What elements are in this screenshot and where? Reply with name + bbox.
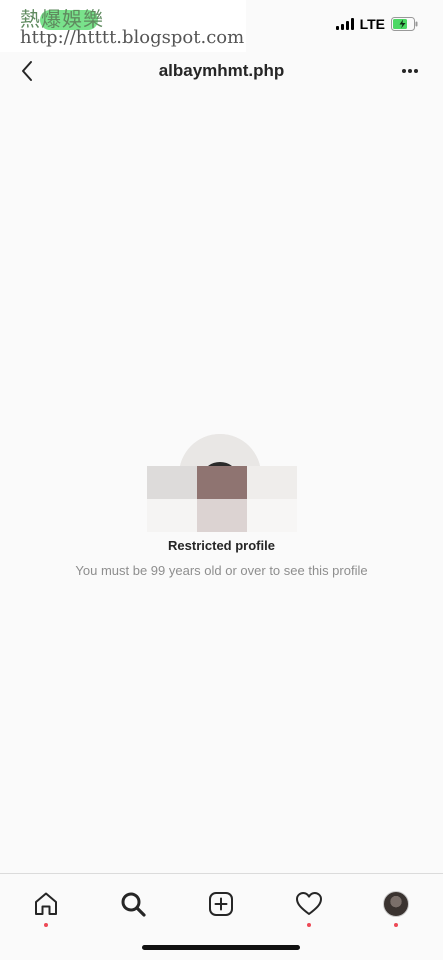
battery-icon <box>391 17 419 31</box>
tab-activity[interactable] <box>287 884 331 927</box>
profile-picture <box>146 430 297 532</box>
watermark: 熱爆娛樂 http://htttt.blogspot.com <box>0 0 246 52</box>
status-indicators: LTE <box>335 15 419 33</box>
tab-search[interactable] <box>111 884 155 924</box>
restricted-profile-title: Restricted profile <box>168 538 275 553</box>
watermark-url: http://htttt.blogspot.com <box>20 27 245 48</box>
status-bar: 熱爆娛樂 http://htttt.blogspot.com LTE <box>0 0 443 52</box>
nav-header: albaymhmt.php <box>0 52 443 92</box>
restricted-profile-block: Restricted profile You must be 99 years … <box>0 430 443 578</box>
signal-icon <box>335 18 354 30</box>
plus-square-icon <box>209 892 233 916</box>
tab-home[interactable] <box>24 884 68 927</box>
profile-avatar-icon <box>383 891 409 917</box>
restricted-profile-message: You must be 99 years old or over to see … <box>75 563 368 578</box>
ellipsis-icon <box>402 69 418 73</box>
notification-dot <box>394 923 398 927</box>
home-icon <box>35 892 57 915</box>
notification-dot <box>307 923 311 927</box>
search-icon <box>121 892 146 917</box>
tab-profile[interactable] <box>374 884 418 927</box>
home-indicator[interactable] <box>142 945 300 950</box>
notification-dot <box>44 923 48 927</box>
pixelation-mosaic <box>146 466 297 532</box>
network-label: LTE <box>359 16 385 32</box>
page-title: albaymhmt.php <box>158 61 285 80</box>
tab-new-post[interactable] <box>199 884 243 924</box>
screen: 熱爆娛樂 http://htttt.blogspot.com LTE albay… <box>0 0 443 960</box>
more-options-button[interactable] <box>395 56 425 86</box>
heart-icon <box>296 892 322 915</box>
